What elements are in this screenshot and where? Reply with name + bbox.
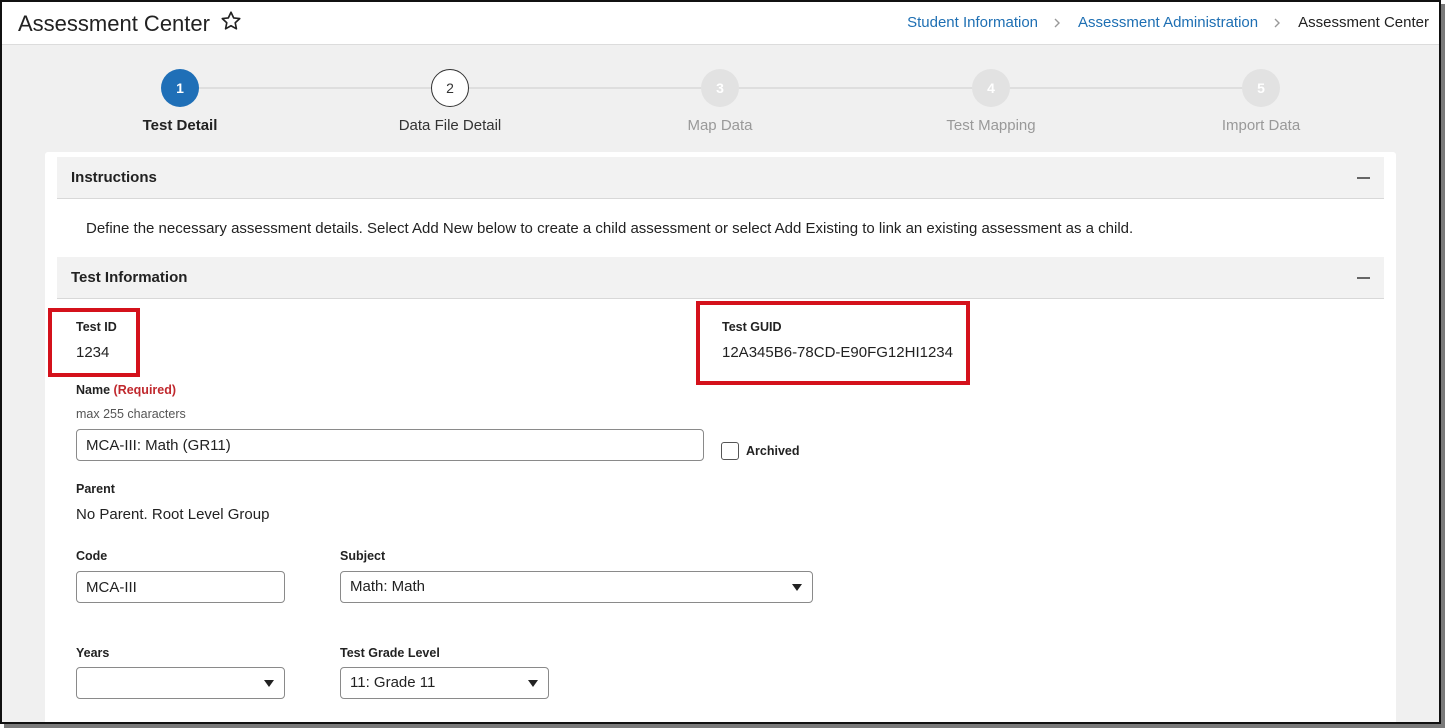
top-bar: Assessment Center Student Information As… [2,2,1439,45]
years-label: Years [76,646,110,660]
page-title: Assessment Center [18,11,210,36]
instructions-text: Define the necessary assessment details.… [86,220,1134,237]
archived-label: Archived [746,444,800,458]
dropdown-caret-icon [528,680,538,687]
grade-level-select[interactable]: 11: Grade 11 [340,667,549,699]
archived-checkbox[interactable] [721,442,739,460]
breadcrumb-assessment-administration[interactable]: Assessment Administration [1078,14,1258,31]
code-label: Code [76,549,108,563]
years-select[interactable] [76,667,285,699]
breadcrumb-current: Assessment Center [1298,14,1429,31]
step-label: Map Data [687,117,753,134]
breadcrumb: Student Information Assessment Administr… [907,14,1429,31]
window-shadow [1441,4,1445,728]
name-label: Name (Required) [76,383,176,397]
breadcrumb-student-information[interactable]: Student Information [907,14,1038,31]
subject-label: Subject [340,549,386,563]
step-import-data: 5 Import Data [1181,69,1341,134]
dropdown-caret-icon [264,680,274,687]
grade-level-selected: 11: Grade 11 [350,674,436,691]
step-label: Test Mapping [946,117,1036,134]
name-input[interactable] [76,429,704,461]
name-label-text: Name [76,383,111,397]
parent-label: Parent [76,482,115,496]
grade-level-label: Test Grade Level [340,646,440,660]
code-input[interactable] [76,571,285,603]
instructions-header[interactable]: Instructions [57,157,1384,199]
chevron-right-icon [1054,18,1061,27]
content-card: Instructions Define the necessary assess… [45,152,1396,722]
test-information-header[interactable]: Test Information [57,257,1384,299]
step-label: Test Detail [142,117,218,134]
highlight-box-test-id [48,308,140,377]
window-shadow [4,724,1445,728]
step-label: Data File Detail [398,117,502,134]
parent-value: No Parent. Root Level Group [76,506,270,523]
collapse-icon[interactable] [1357,277,1370,279]
star-icon[interactable] [220,10,242,32]
name-hint: max 255 characters [76,407,186,421]
subject-select[interactable]: Math: Math [340,571,813,603]
step-number: 5 [1242,69,1280,107]
dropdown-caret-icon [792,584,802,591]
wizard-stepper: 1 Test Detail 2 Data File Detail 3 Map D… [2,45,1439,145]
step-label: Import Data [1221,117,1301,134]
step-map-data: 3 Map Data [640,69,800,134]
subject-selected: Math: Math [350,578,426,595]
step-test-detail[interactable]: 1 Test Detail [100,69,260,134]
step-number: 4 [972,69,1010,107]
collapse-icon[interactable] [1357,177,1370,179]
window-frame: Assessment Center Student Information As… [0,0,1441,724]
highlight-box-test-guid [696,301,970,385]
test-information-title: Test Information [71,269,188,286]
step-number: 2 [431,69,469,107]
step-test-mapping: 4 Test Mapping [911,69,1071,134]
step-number: 1 [161,69,199,107]
step-data-file-detail[interactable]: 2 Data File Detail [370,69,530,134]
chevron-right-icon [1274,18,1281,27]
step-number: 3 [701,69,739,107]
required-indicator: (Required) [113,383,177,397]
instructions-title: Instructions [71,169,157,186]
